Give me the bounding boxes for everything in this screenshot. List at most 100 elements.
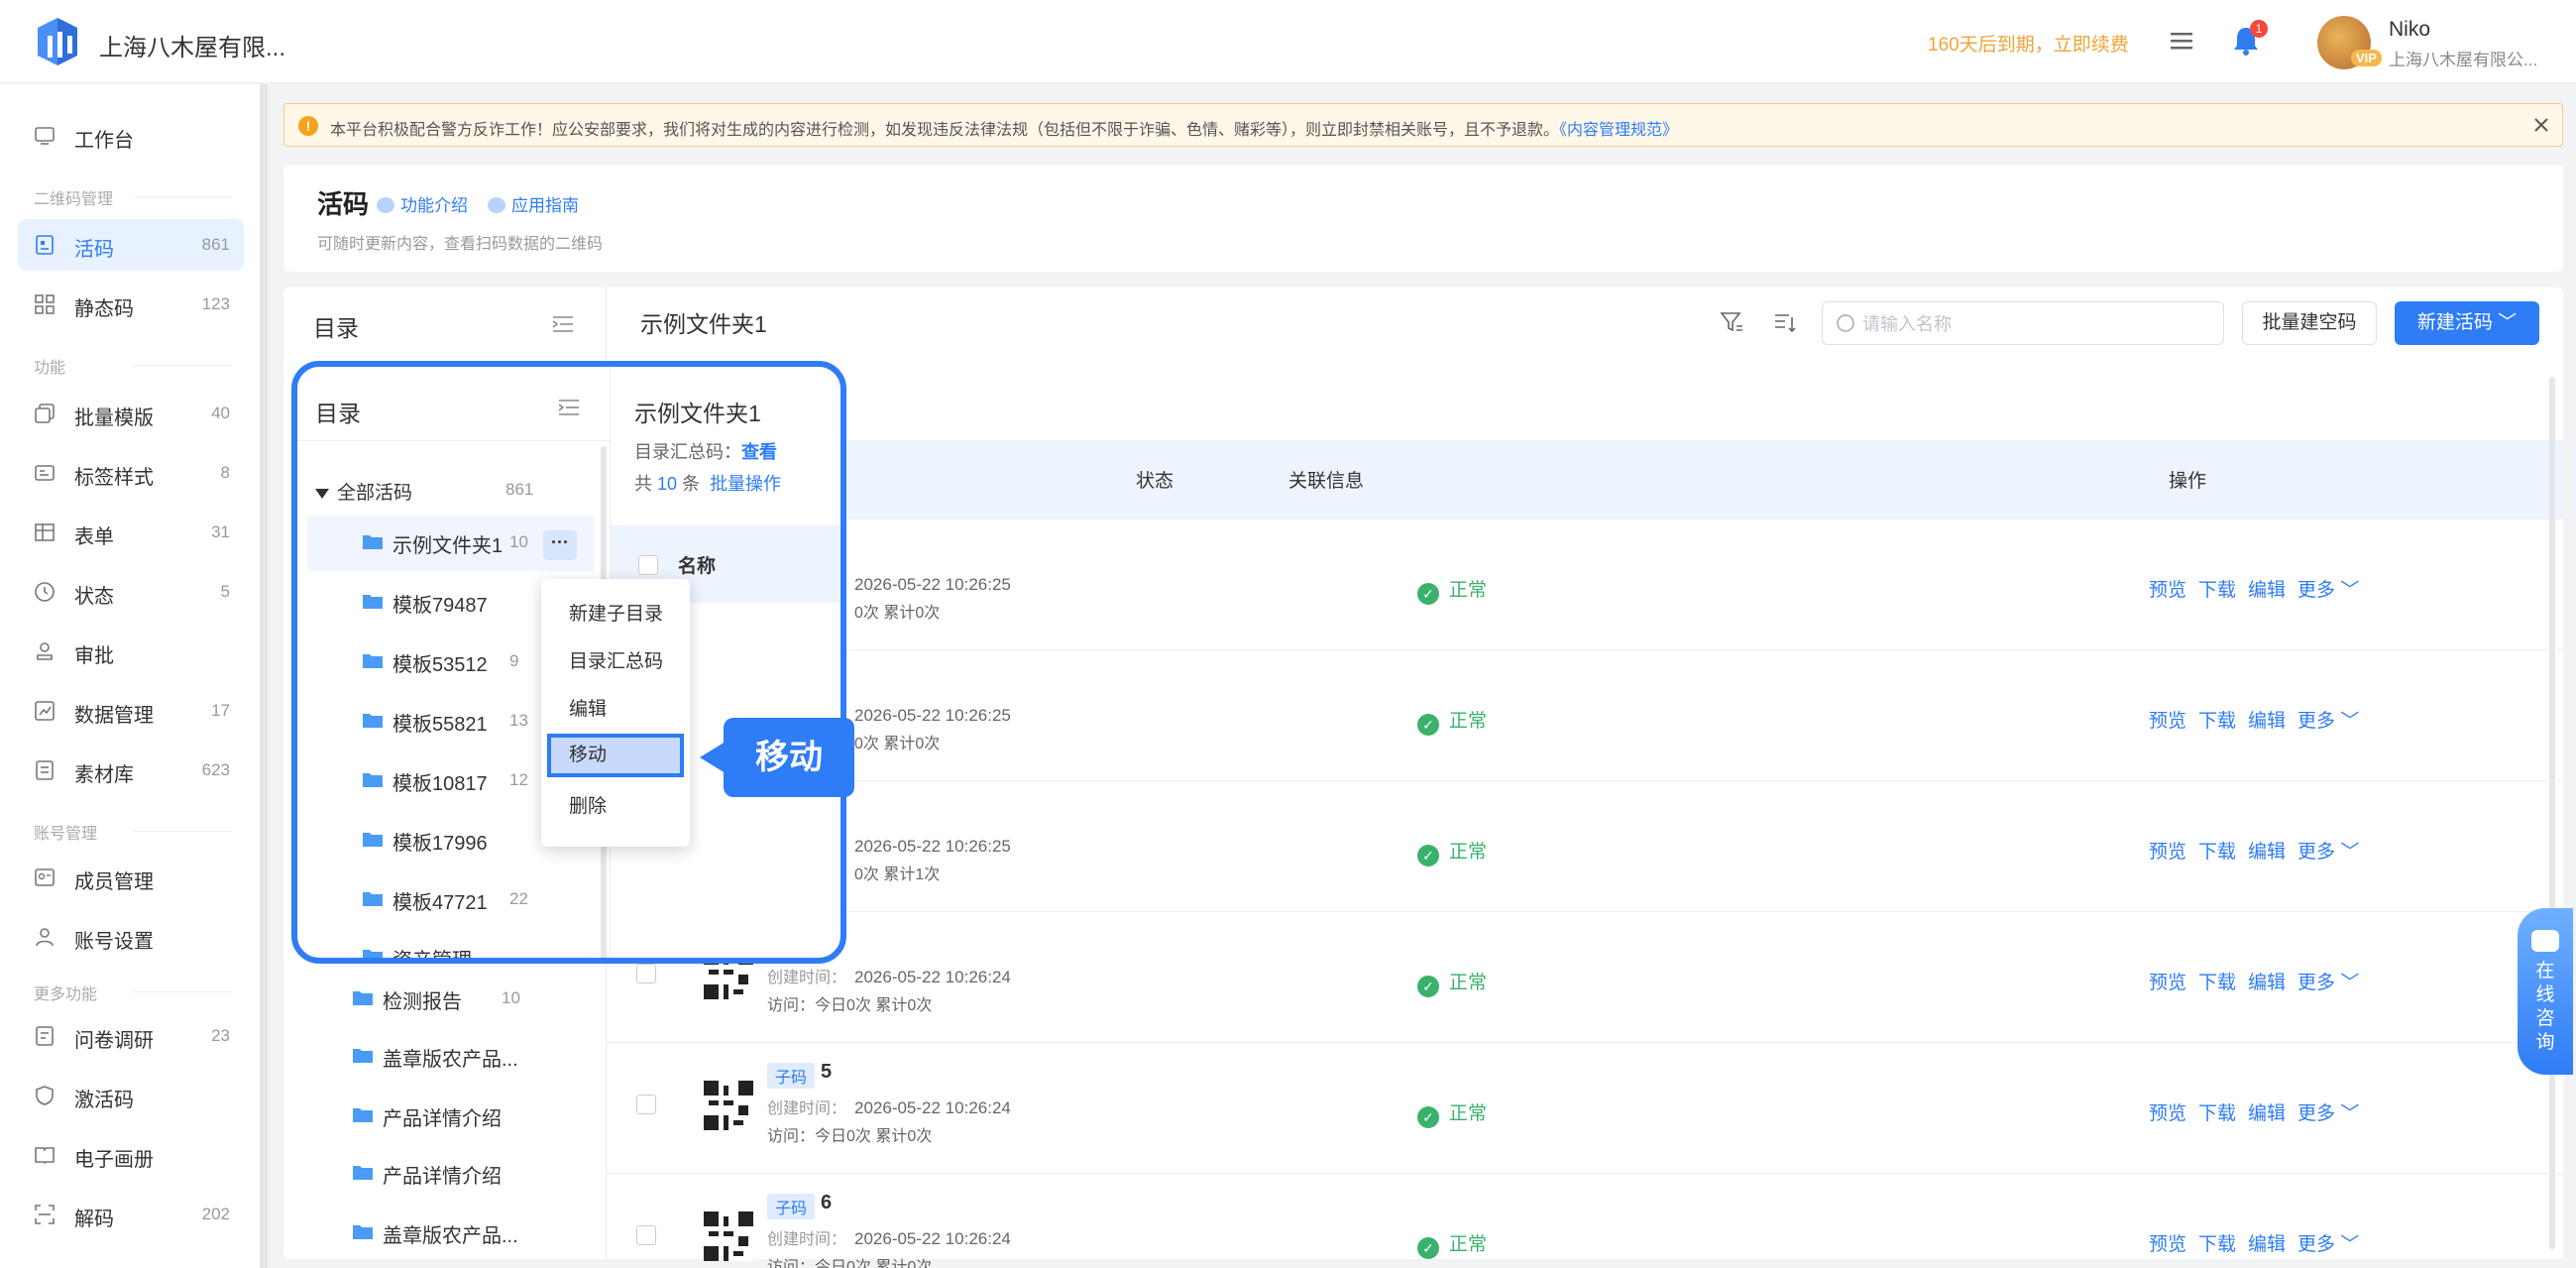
online-consult-button[interactable]: 在 线 咨 询 [2518,908,2573,1075]
more-dropdown[interactable]: 更多 ﹀ [2297,1234,2359,1255]
more-dropdown[interactable]: 更多 ﹀ [2297,842,2359,863]
row-checkbox[interactable] [636,1095,656,1114]
sidebar-item-label-style[interactable]: 标签样式 8 [18,447,244,499]
table-row[interactable]: 子码8创建时间：2026-05-22 10:26:25访问：今日0次 累计0次✓… [607,519,2563,650]
sidebar-item-form[interactable]: 表单 31 [18,507,244,558]
edit-link[interactable]: 编辑 [2248,711,2286,732]
notice-text: 本平台积极配合警方反诈工作！应公安部要求，我们将对生成的内容进行检测，如发现违反… [330,122,1679,139]
search-input[interactable] [1862,310,2209,338]
sidebar-item-approval[interactable]: 审批 [18,626,244,677]
chart-icon [35,701,55,721]
directory-root-count: 861 [505,480,534,499]
preview-link[interactable]: 预览 [2149,1103,2186,1124]
column-relation: 关联信息 [1288,471,1365,492]
folder-icon [363,833,383,847]
directory-root[interactable]: 全部活码 [315,478,412,505]
row-checkbox[interactable] [636,1225,656,1245]
filter-icon[interactable] [1719,309,1744,335]
sidebar-item-live-code[interactable]: 活码 861 [18,219,244,271]
user-name[interactable]: Niko [2389,18,2430,42]
batch-operation-link[interactable]: 批量操作 [710,474,781,494]
menu-move[interactable]: 移动 [547,734,684,777]
sidebar-item-label: 表单 [74,526,114,548]
download-link[interactable]: 下载 [2198,842,2236,863]
check-circle-icon: ✓ [1417,714,1439,736]
row-name[interactable]: 5 [821,1061,832,1084]
preview-link[interactable]: 预览 [2149,842,2186,863]
batch-empty-code-button[interactable]: 批量建空码 [2242,301,2377,345]
column-name: 名称 [678,556,717,577]
sidebar-item-account-settings[interactable]: 账号设置 [18,911,244,963]
company-name[interactable]: 上海八木屋有限... [99,28,285,62]
play-icon [377,197,394,213]
edit-link[interactable]: 编辑 [2248,1103,2286,1124]
menu-new-subdirectory[interactable]: 新建子目录 [541,593,690,636]
more-dropdown[interactable]: 更多 ﹀ [2297,1103,2359,1124]
edit-link[interactable]: 编辑 [2248,580,2286,601]
more-dropdown[interactable]: 更多 ﹀ [2297,711,2359,732]
folder-icon [363,892,383,906]
sidebar-item-activation-code[interactable]: 激活码 [18,1070,244,1121]
preview-link[interactable]: 预览 [2149,973,2186,993]
collapse-icon[interactable] [551,313,575,335]
collapse-icon[interactable] [557,397,581,418]
download-link[interactable]: 下载 [2198,973,2236,993]
download-link[interactable]: 下载 [2198,1103,2236,1124]
table-row[interactable]: 2026-05-22 10:26:25访问：今日0次 累计0次✓正常预览下载编辑… [607,650,2563,781]
row-checkbox[interactable] [636,964,656,983]
folder-icon [353,1049,373,1063]
qr-code-icon[interactable] [704,1211,753,1261]
status-normal: ✓ 正常 [1417,706,1487,736]
close-icon[interactable] [2530,114,2552,136]
table-row[interactable]: 子码10创建时间：2026-05-22 10:26:24访问：今日0次 累计0次… [607,912,2563,1043]
sidebar-item-material[interactable]: 素材库 623 [18,745,244,796]
download-link[interactable]: 下载 [2198,711,2236,732]
sidebar-item-decode[interactable]: 解码 202 [18,1189,244,1240]
app-logo-icon[interactable] [32,14,83,69]
sidebar-item-static-code[interactable]: 静态码 123 [18,279,244,330]
preview-link[interactable]: 预览 [2149,711,2186,732]
sidebar-item-survey[interactable]: 问卷调研 23 [18,1010,244,1062]
more-dropdown[interactable]: 更多 ﹀ [2297,580,2359,601]
sidebar-item-workbench[interactable]: 工作台 [18,110,244,162]
menu-delete[interactable]: 删除 [541,785,690,829]
new-live-code-button[interactable]: 新建活码 ﹀ [2395,301,2539,345]
select-all-checkbox[interactable] [638,555,658,575]
edit-link[interactable]: 编辑 [2248,1234,2286,1255]
page-title: 活码 [317,189,370,219]
menu-directory-summary-code[interactable]: 目录汇总码 [541,640,690,684]
more-options-icon[interactable]: ··· [543,530,577,560]
table-row[interactable]: 2026-05-22 10:26:25 0次 累计1次 ✓ 正常 预览 下载 编辑 更多 ﹀ [607,781,2563,912]
menu-edit[interactable]: 编辑 [541,688,690,732]
row-name[interactable]: 6 [821,1192,832,1214]
feature-intro-link[interactable]: 功能介绍 [377,191,468,216]
download-link[interactable]: 下载 [2198,580,2236,601]
monitor-icon [35,127,55,145]
edit-link[interactable]: 编辑 [2248,842,2286,863]
sidebar-item-batch-template[interactable]: 批量模版 40 [18,388,244,439]
view-summary-link[interactable]: 查看 [741,442,777,462]
divider [297,440,611,441]
sort-icon[interactable] [1772,309,1798,335]
app-guide-link[interactable]: 应用指南 [488,191,579,216]
preview-link[interactable]: 预览 [2149,1234,2186,1255]
preview-link[interactable]: 预览 [2149,580,2186,601]
table-row[interactable]: 子码 6 创建时间： 2026-05-22 10:26:24 访问：今日0次 累计0次 ✓… [607,1174,2563,1268]
sidebar-item-data-management[interactable]: 数据管理 17 [18,685,244,737]
table-row[interactable]: 子码 5 创建时间： 2026-05-22 10:26:24 访问：今日0次 累计0次 ✓… [607,1043,2563,1174]
sidebar-scrollbar[interactable] [260,84,268,1268]
visit-prefix: 访问：今日0次 累计0次 [767,1259,933,1268]
menu-icon[interactable] [2169,30,2194,52]
sidebar-item-e-album[interactable]: 电子画册 [18,1129,244,1181]
download-link[interactable]: 下载 [2198,1234,2236,1255]
qr-code-icon[interactable] [704,1081,753,1130]
folder-icon [353,991,373,1005]
more-dropdown[interactable]: 更多 ﹀ [2297,973,2359,993]
search-box[interactable] [1822,301,2224,345]
row-actions: 预览 下载 编辑 更多 ﹀ [2149,706,2371,733]
content-policy-link[interactable]: 《内容管理规范》 [1559,122,1678,139]
sidebar-item-members[interactable]: 成员管理 [18,852,244,903]
sidebar-item-status[interactable]: 状态 5 [18,566,244,618]
expire-renew-link[interactable]: 160天后到期，立即续费 [1928,30,2129,57]
edit-link[interactable]: 编辑 [2248,973,2286,993]
